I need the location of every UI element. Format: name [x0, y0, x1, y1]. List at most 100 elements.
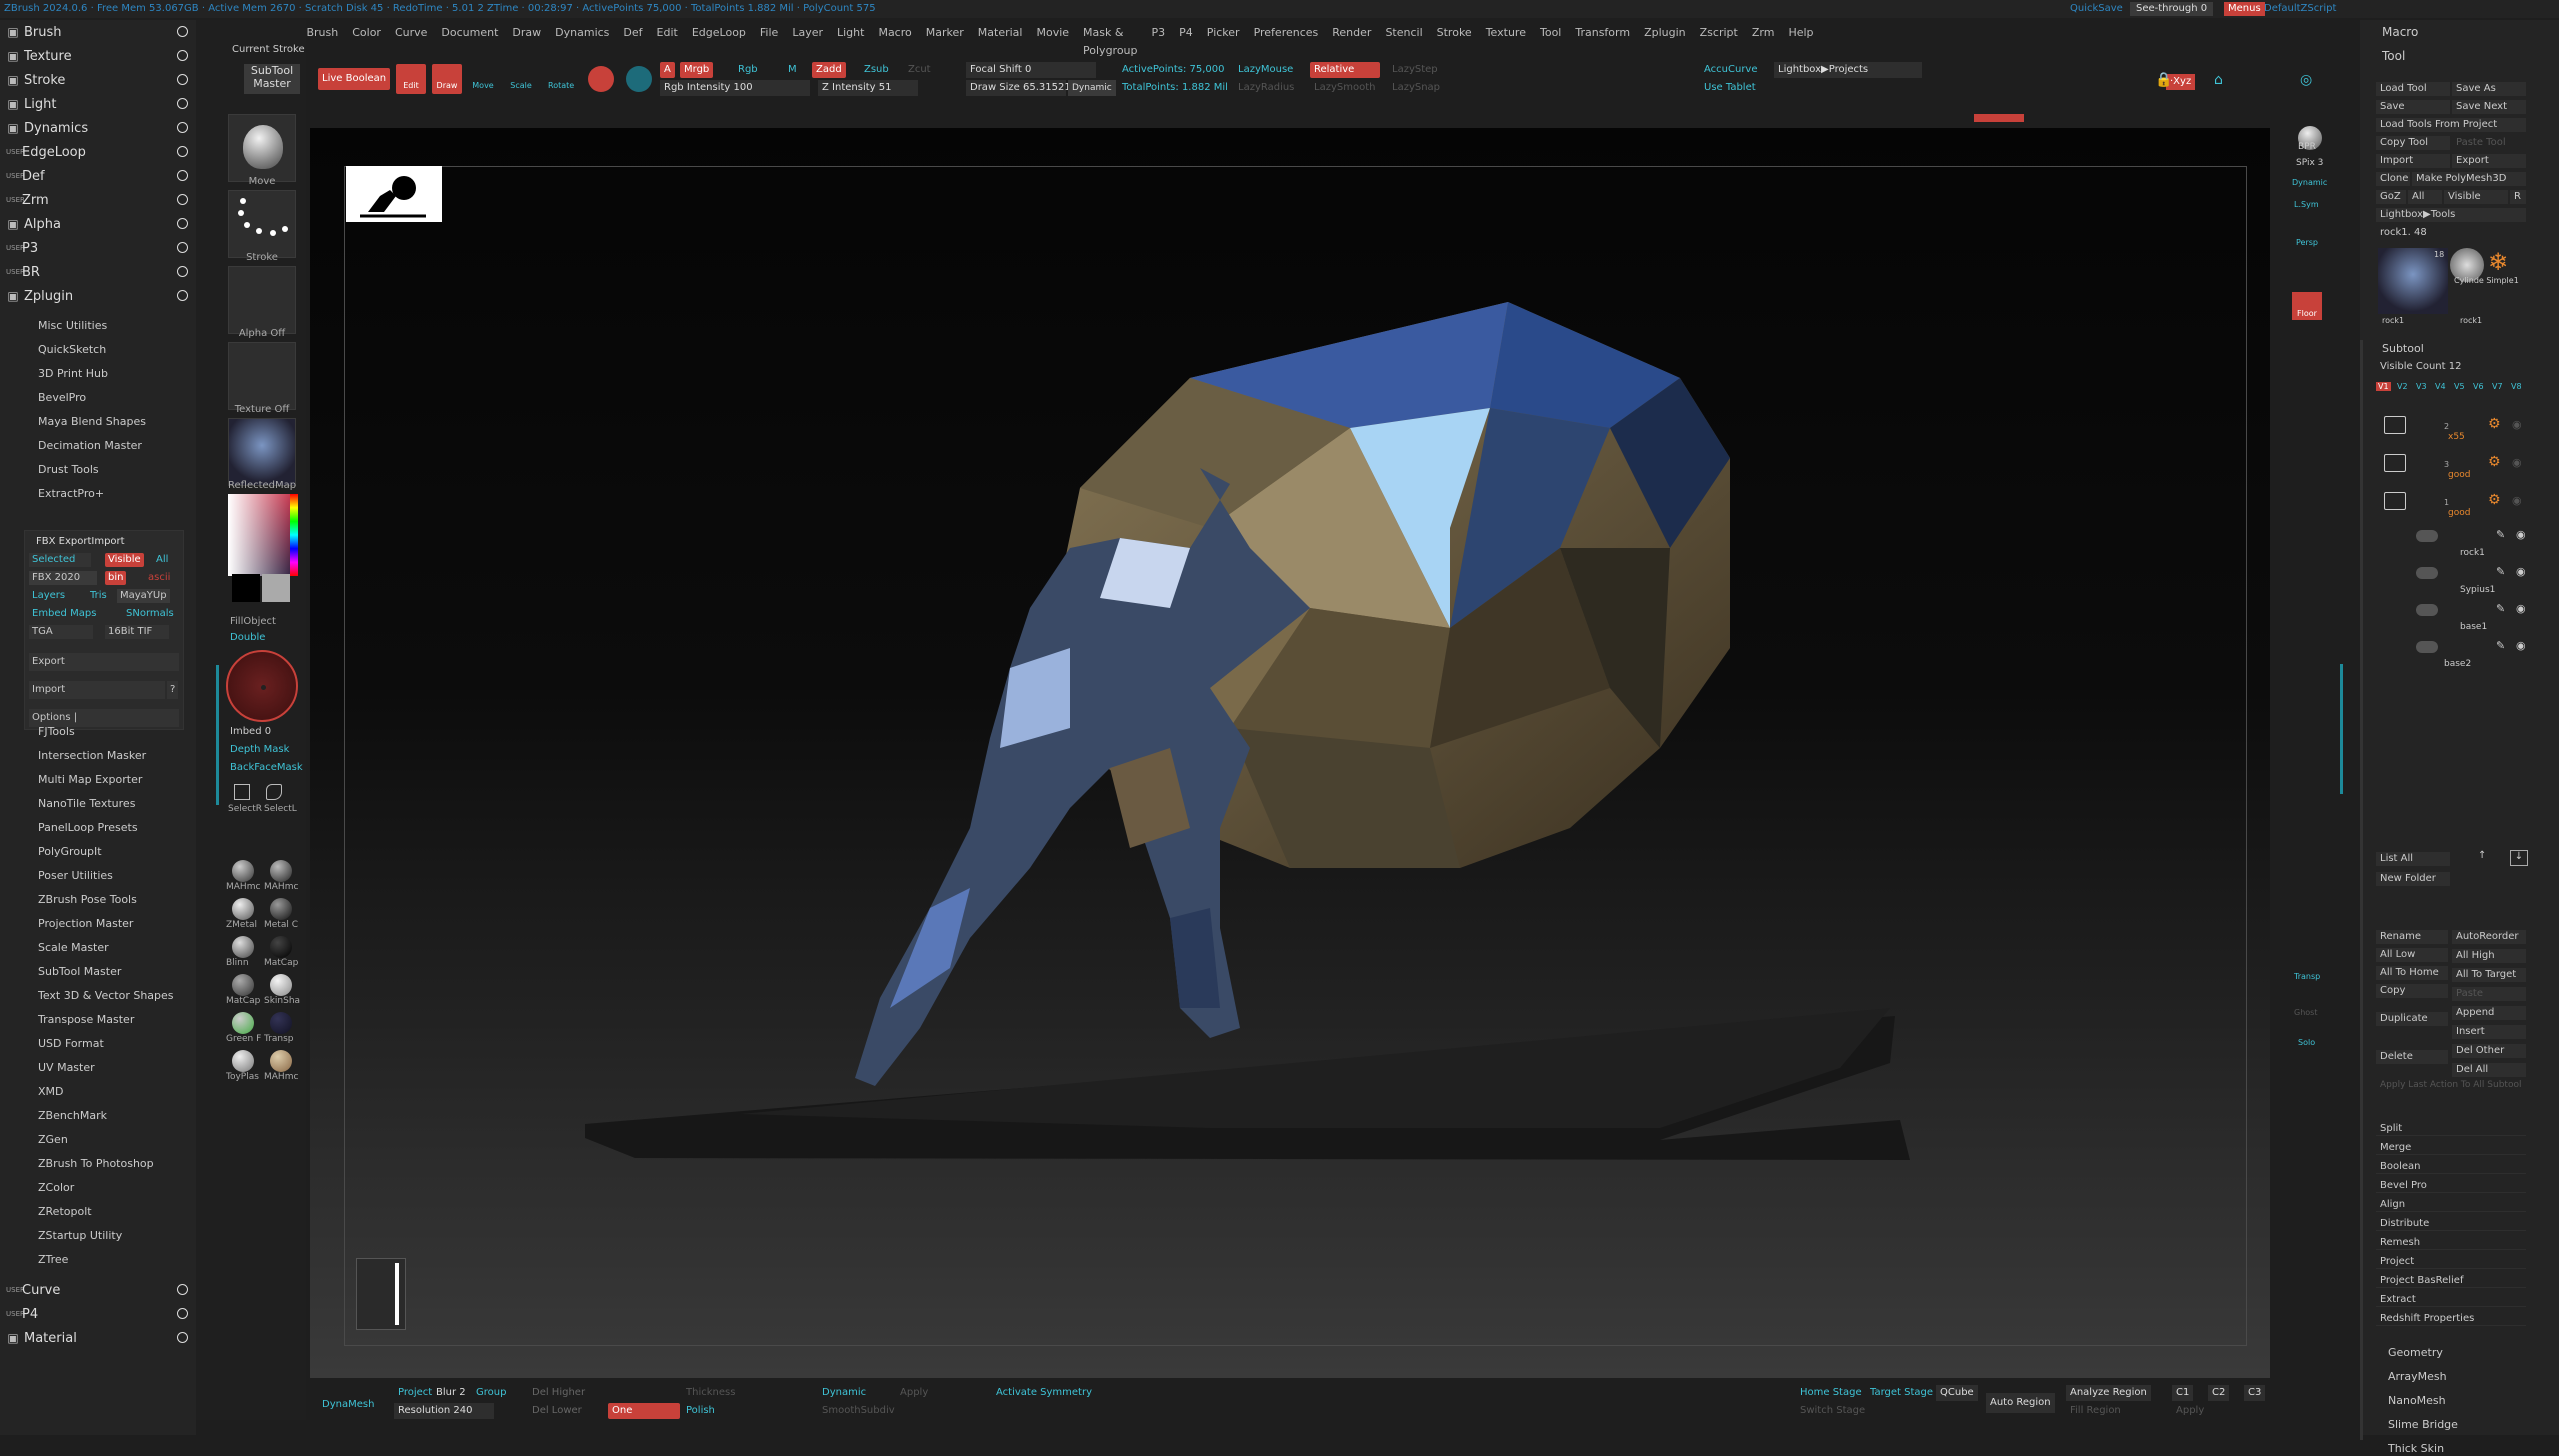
material-swatch[interactable] [270, 860, 292, 882]
fbx-version-select[interactable]: FBX 2020 [29, 571, 97, 585]
floor-button[interactable]: Floor [2292, 292, 2322, 320]
save-as-button[interactable]: Save As [2452, 82, 2526, 96]
color-picker[interactable] [228, 494, 298, 576]
home-icon[interactable]: ⌂ [2214, 72, 2223, 88]
zcut-button[interactable]: Zcut [904, 62, 935, 78]
fbx-import-button[interactable]: Import [29, 681, 165, 699]
apply-region-button[interactable]: Apply [2172, 1403, 2208, 1419]
menu-mask-polygroup[interactable]: Mask & Polygroup [1076, 24, 1144, 57]
visible-button[interactable]: Visible [2444, 190, 2508, 204]
select-rect-icon[interactable] [234, 784, 250, 800]
zplugin-item[interactable]: ZBrush Pose Tools [0, 888, 196, 912]
resolution-slider[interactable]: Resolution 240 [394, 1403, 494, 1419]
zplugin-item[interactable]: USD Format [0, 1032, 196, 1056]
material-swatch[interactable] [270, 936, 292, 958]
dynamic-button[interactable]: Dynamic [1068, 80, 1116, 96]
menu-color[interactable]: Color [345, 24, 388, 42]
version-tab[interactable]: V1 [2376, 382, 2391, 391]
pin-icon[interactable] [177, 1284, 188, 1295]
select-lasso-icon[interactable] [266, 784, 282, 800]
zplugin-item[interactable]: NanoTile Textures [0, 792, 196, 816]
material-thumbnail[interactable] [228, 418, 296, 486]
export-button[interactable]: Export [2452, 154, 2526, 168]
copy-tool-button[interactable]: Copy Tool [2376, 136, 2450, 150]
brush-icon[interactable]: ✎ [2496, 602, 2505, 615]
switch-stage-button[interactable]: Switch Stage [1796, 1403, 1869, 1419]
zadd-button[interactable]: Zadd [812, 62, 846, 78]
dynamic-button-bottom[interactable]: Dynamic [818, 1385, 870, 1401]
subtool-op-button[interactable]: Align [2376, 1198, 2526, 1212]
subtool-op-button[interactable]: Bevel Pro [2376, 1179, 2526, 1193]
menu-edgeloop[interactable]: EdgeLoop [685, 24, 753, 42]
version-tab[interactable]: V7 [2490, 382, 2505, 391]
menu-curve[interactable]: Curve [388, 24, 434, 42]
zplugin-item[interactable]: XMD [0, 1080, 196, 1104]
fillobject-button[interactable]: FillObject [230, 616, 276, 627]
alpha-thumbnail[interactable] [228, 266, 296, 334]
quicksave-button[interactable]: QuickSave [2070, 0, 2123, 18]
fbx-visible-button[interactable]: Visible [105, 553, 144, 567]
subtool-op-button[interactable]: All Low [2376, 948, 2448, 962]
subtool-section-title[interactable]: Subtool [2378, 342, 2424, 356]
menu-stencil[interactable]: Stencil [1378, 24, 1429, 42]
eye-icon[interactable]: ◉ [2516, 565, 2526, 578]
m-button[interactable]: M [784, 62, 801, 78]
zplugin-item[interactable]: Drust Tools [0, 458, 196, 482]
rotate-button[interactable]: Rotate [544, 64, 574, 94]
all-button[interactable]: All [2408, 190, 2442, 204]
load-tool-button[interactable]: Load Tool [2376, 82, 2450, 96]
brush-icon[interactable]: ✎ [2496, 639, 2505, 652]
persp-button[interactable]: Persp [2296, 238, 2318, 247]
version-tab[interactable]: V3 [2414, 382, 2429, 391]
material-swatch[interactable] [270, 898, 292, 920]
imbed-slider[interactable]: Imbed 0 [230, 726, 271, 737]
see-through-slider[interactable]: See-through 0 [2130, 2, 2214, 16]
lazysnap-slider[interactable]: LazySnap [1388, 80, 1444, 96]
subtool-op-button[interactable]: AutoReorder [2452, 930, 2526, 944]
menu-light[interactable]: Light [830, 24, 871, 42]
a-button[interactable]: A [660, 62, 675, 78]
subtool-op-button[interactable]: Duplicate [2376, 1012, 2448, 1026]
import-button[interactable]: Import [2376, 154, 2450, 168]
paste-tool-button[interactable]: Paste Tool [2452, 136, 2526, 150]
zplugin-item[interactable]: BevelPro [0, 386, 196, 410]
auto-region-button[interactable]: Auto Region [1986, 1393, 2055, 1413]
load-tools-from-project-button[interactable]: Load Tools From Project [2376, 118, 2526, 132]
shelf-scroll-indicator[interactable] [216, 665, 219, 805]
subtool-op-button[interactable]: Extract [2376, 1293, 2526, 1307]
menu-zplugin[interactable]: Zplugin [1637, 24, 1693, 42]
left-menu-edgeloop[interactable]: USER EdgeLoop [0, 140, 196, 164]
live-boolean-button[interactable]: Live Boolean [318, 68, 391, 90]
default-zscript-button[interactable]: DefaultZScript [2264, 0, 2336, 18]
subtool-toggle[interactable] [2416, 604, 2438, 616]
lightbox-tools-button[interactable]: Lightbox▶Tools [2376, 208, 2526, 222]
canvas-viewport[interactable] [310, 128, 2270, 1378]
fbx-tif-select[interactable]: 16Bit TIF [105, 625, 169, 639]
menu-texture[interactable]: Texture [1479, 24, 1533, 42]
subtool-op-button[interactable]: Project [2376, 1255, 2526, 1269]
left-menu-material[interactable]: ▣ Material [0, 1326, 196, 1350]
zplugin-item[interactable]: QuickSketch [0, 338, 196, 362]
timeline-marker[interactable] [1974, 114, 2024, 122]
subtool-toggle[interactable] [2416, 641, 2438, 653]
pin-icon[interactable] [177, 50, 188, 61]
subtool-op-button[interactable]: All High [2452, 949, 2526, 963]
analyze-region-button[interactable]: Analyze Region [2066, 1385, 2151, 1401]
edit-button[interactable]: Edit [396, 64, 426, 94]
menu-zrm[interactable]: Zrm [1745, 24, 1782, 42]
version-tab[interactable]: V2 [2395, 382, 2410, 391]
brush-icon[interactable]: ✎ [2496, 528, 2505, 541]
subtool-op-button[interactable]: Split [2376, 1122, 2526, 1136]
zplugin-item[interactable]: Transpose Master [0, 1008, 196, 1032]
fbx-all-button[interactable]: All [153, 553, 171, 567]
left-menu-texture[interactable]: ▣ Texture [0, 44, 196, 68]
eye-icon[interactable]: ◉ [2516, 639, 2526, 652]
pin-icon[interactable] [177, 266, 188, 277]
gear-icon[interactable]: ⚙ [2488, 492, 2501, 508]
material-swatch[interactable] [232, 974, 254, 996]
accucurve-button[interactable]: AccuCurve [1700, 62, 1762, 78]
pin-icon[interactable] [177, 146, 188, 157]
home-stage-button[interactable]: Home Stage [1796, 1385, 1866, 1401]
zplugin-item[interactable]: Intersection Masker [0, 744, 196, 768]
left-menu-zrm[interactable]: USER Zrm [0, 188, 196, 212]
